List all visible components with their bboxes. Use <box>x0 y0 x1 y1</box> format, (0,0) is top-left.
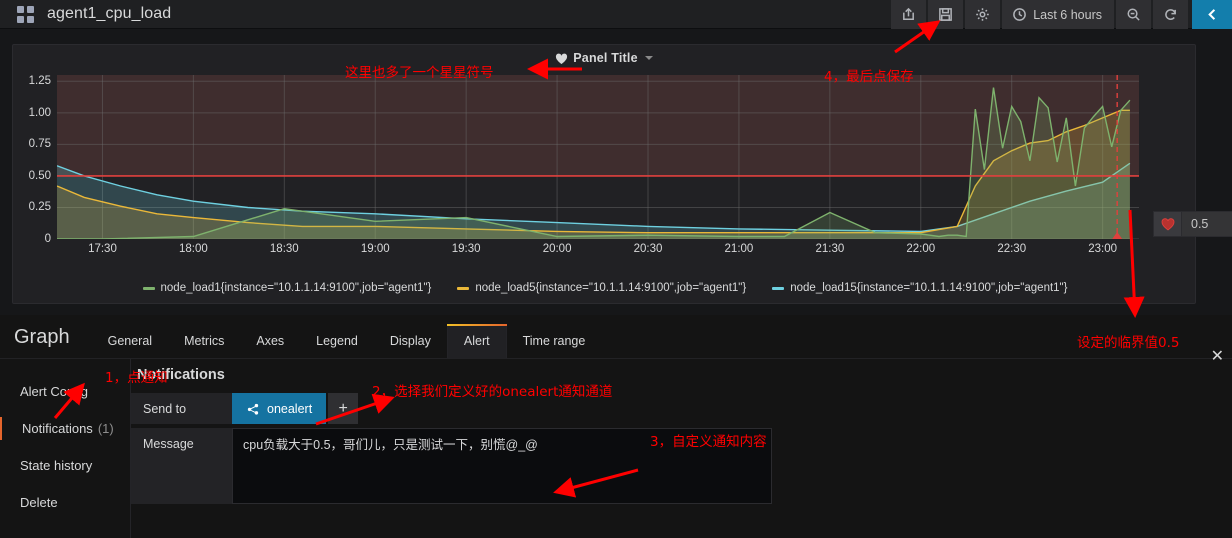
tab-axes[interactable]: Axes <box>240 334 300 359</box>
chevron-down-icon <box>644 56 653 60</box>
tab-legend[interactable]: Legend <box>300 334 374 359</box>
legend-item[interactable]: node_load1{instance="10.1.1.14:9100",job… <box>142 282 432 294</box>
annotation-threshold-value: 设定的临界值0.5 <box>1077 335 1180 351</box>
share-alt-icon <box>246 403 260 415</box>
sidebar-item-state-history[interactable]: State history <box>0 447 130 484</box>
y-axis-tick: 0.25 <box>28 201 51 214</box>
topnav-actions: Last 6 hours <box>889 0 1232 29</box>
x-axis-tick: 21:30 <box>815 243 845 255</box>
x-axis-tick: 18:00 <box>178 243 208 255</box>
gear-icon <box>975 7 990 22</box>
close-icon[interactable]: ✕ <box>1211 346 1224 366</box>
legend-label: node_load15{instance="10.1.1.14:9100",jo… <box>790 282 1068 294</box>
share-icon <box>901 7 916 22</box>
panel-header: Panel Title <box>13 45 1195 71</box>
add-notification-button[interactable]: + <box>328 393 359 424</box>
sidebar-item-label: State history <box>20 458 93 473</box>
share-button[interactable] <box>891 0 927 29</box>
search-minus-icon <box>1126 7 1141 22</box>
heart-icon <box>555 52 568 65</box>
chart-canvas <box>57 75 1139 239</box>
sidebar-item-label: Notifications <box>22 421 93 436</box>
x-axis-tick: 19:00 <box>360 243 390 255</box>
y-axis-tick: 1.25 <box>28 75 51 88</box>
dashboard-title: agent1_cpu_load <box>47 5 172 22</box>
grafana-dashboard-page: agent1_cpu_load Last 6 hours Panel Title… <box>0 0 1232 538</box>
refresh-icon <box>1163 7 1178 22</box>
send-to-label: Send to <box>131 393 232 424</box>
tab-display[interactable]: Display <box>374 334 447 359</box>
top-navbar: agent1_cpu_load Last 6 hours <box>0 0 1232 29</box>
panel-title-menu[interactable]: Panel Title <box>555 51 653 65</box>
panel-title: Panel Title <box>573 51 638 65</box>
x-axis-tick: 23:00 <box>1088 243 1118 255</box>
legend-color-swatch <box>142 286 155 290</box>
legend-label: node_load1{instance="10.1.1.14:9100",job… <box>160 282 432 294</box>
x-axis-tick: 17:30 <box>88 243 117 255</box>
annotation-choose-channel: 2，选择我们定义好的onealert通知通道 <box>372 384 613 400</box>
notification-channel-label: onealert <box>267 401 313 416</box>
x-axis: 17:30 18:00 18:30 19:00 19:30 20:00 20:30 21:00… <box>57 243 1139 263</box>
refresh-button[interactable] <box>1153 0 1188 29</box>
panel-editor: Graph General Metrics Axes Legend Display Ale… <box>0 315 1232 538</box>
editor-tabbar: Graph General Metrics Axes Legend Display Ale… <box>0 315 1232 359</box>
chart-legend: node_load1{instance="10.1.1.14:9100",job… <box>13 282 1197 294</box>
legend-item[interactable]: node_load5{instance="10.1.1.14:9100",job… <box>457 282 746 294</box>
save-disk-icon <box>938 7 953 22</box>
threshold-value[interactable]: 0.5 <box>1181 211 1232 237</box>
x-axis-tick: 18:30 <box>269 243 299 255</box>
tab-alert[interactable]: Alert <box>446 323 507 358</box>
sidebar-item-delete[interactable]: Delete <box>0 484 130 521</box>
threshold-handle[interactable]: 0.5 <box>1153 211 1232 237</box>
message-row: Message <box>131 428 951 504</box>
x-axis-tick: 19:30 <box>451 243 481 255</box>
annotation-final-save: 4，最后点保存 <box>824 69 914 85</box>
time-range-label: Last 6 hours <box>1033 7 1102 22</box>
chevron-left-icon <box>1205 7 1220 22</box>
settings-button[interactable] <box>965 0 1001 29</box>
annotation-click-notify: 1，点通知 <box>105 370 168 386</box>
time-range-picker[interactable]: Last 6 hours <box>1002 0 1114 29</box>
legend-item[interactable]: node_load15{instance="10.1.1.14:9100",jo… <box>772 282 1067 294</box>
y-axis-tick: 0.75 <box>28 138 51 151</box>
zoom-out-button[interactable] <box>1116 0 1151 29</box>
sidebar-item-count: (1) <box>97 421 114 436</box>
legend-color-swatch <box>772 286 785 290</box>
x-axis-tick: 20:00 <box>542 243 572 255</box>
x-axis-tick: 22:00 <box>906 243 936 255</box>
dashboard-grid-icon[interactable] <box>17 5 34 23</box>
collapse-button[interactable] <box>1192 0 1232 29</box>
annotation-custom-message: 3，自定义通知内容 <box>650 434 767 450</box>
x-axis-tick: 20:30 <box>633 243 663 255</box>
sidebar-item-notifications[interactable]: Notifications (1) <box>0 410 130 447</box>
y-axis-tick: 0.50 <box>28 169 51 182</box>
clock-icon <box>1012 7 1027 22</box>
x-axis-tick: 21:00 <box>724 243 754 255</box>
notification-channel-chip[interactable]: onealert <box>232 393 327 424</box>
y-axis-tick: 0 <box>44 233 51 245</box>
tab-time-range[interactable]: Time range <box>507 334 602 359</box>
tab-general[interactable]: General <box>92 334 168 359</box>
y-axis-tick: 1.00 <box>28 106 51 119</box>
y-axis: 0 0.25 0.50 0.75 1.00 1.25 <box>13 71 57 245</box>
annotation-star-symbol: 这里也多了一个星星符号 <box>345 65 494 81</box>
sidebar-item-label: Delete <box>20 495 58 510</box>
sidebar-item-label: Alert Config <box>20 384 88 399</box>
tab-metrics[interactable]: Metrics <box>168 334 240 359</box>
editor-section-title: Graph <box>14 326 70 348</box>
threshold-heart-icon <box>1153 211 1181 237</box>
x-axis-tick: 22:30 <box>997 243 1027 255</box>
save-button[interactable] <box>928 0 964 29</box>
legend-label: node_load5{instance="10.1.1.14:9100",job… <box>475 282 747 294</box>
message-label: Message <box>131 428 232 504</box>
graph-panel: Panel Title 0 0.25 0.50 0.75 1.00 1.25 17:30 1… <box>12 44 1232 304</box>
plot-area: 0 0.25 0.50 0.75 1.00 1.25 17:30 18:00 18:30 19:… <box>13 71 1197 271</box>
legend-color-swatch <box>457 286 470 290</box>
